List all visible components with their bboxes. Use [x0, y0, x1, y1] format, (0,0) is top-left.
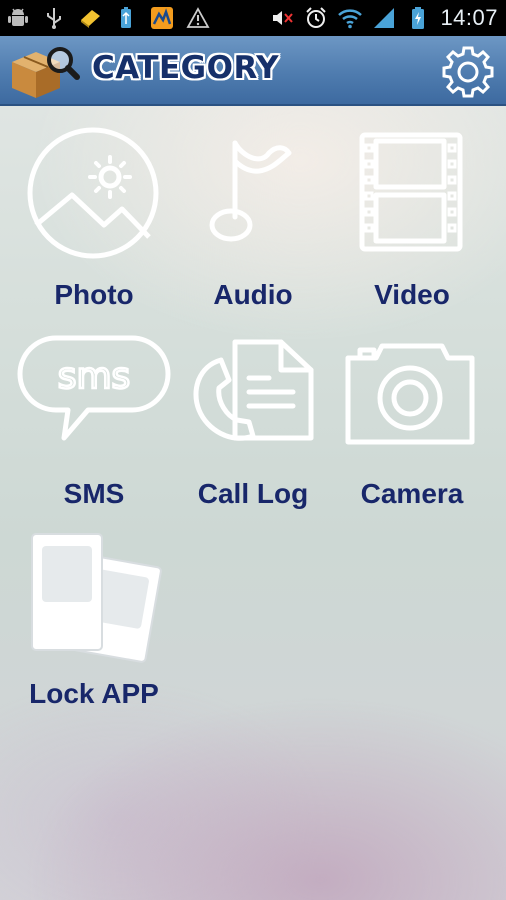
android-debug-icon: [8, 8, 28, 26]
category-audio[interactable]: Audio: [173, 125, 333, 315]
usb-icon: [47, 8, 61, 29]
svg-text:sms: sms: [58, 356, 131, 397]
category-video[interactable]: Video: [332, 125, 492, 315]
category-camera[interactable]: Camera: [332, 330, 492, 520]
lock-app-icon: [31, 533, 162, 663]
app-header: CATEGORY: [0, 36, 506, 106]
category-photo[interactable]: Photo: [14, 125, 174, 315]
category-label: Camera: [360, 478, 464, 509]
sd-card-icon: [81, 10, 100, 28]
status-time: 14:07: [440, 5, 498, 30]
category-sms[interactable]: sms SMS: [14, 330, 174, 520]
film-strip-icon: [359, 132, 463, 252]
call-log-icon: [193, 339, 314, 441]
category-call-log[interactable]: Call Log: [173, 330, 333, 520]
signal-icon: [374, 8, 395, 28]
app-update-icon: [151, 7, 173, 29]
battery-usb-icon: [121, 7, 131, 28]
box-search-icon: [12, 47, 80, 98]
camera-icon: [345, 343, 475, 445]
category-label: Lock APP: [29, 678, 159, 709]
status-bar: 14:07: [0, 0, 506, 36]
page-title: CATEGORY: [92, 50, 280, 86]
category-label: Video: [374, 279, 450, 310]
sms-bubble-icon: sms: [17, 335, 171, 441]
wifi-icon: [338, 9, 363, 29]
battery-charging-icon: [412, 7, 425, 29]
photo-icon: [27, 127, 159, 259]
gear-icon[interactable]: [440, 44, 496, 100]
category-lock-app[interactable]: Lock APP: [14, 528, 174, 718]
mute-icon: [273, 11, 294, 25]
warning-icon: [186, 7, 210, 28]
alarm-icon: [306, 7, 327, 28]
music-note-icon: [209, 140, 292, 242]
